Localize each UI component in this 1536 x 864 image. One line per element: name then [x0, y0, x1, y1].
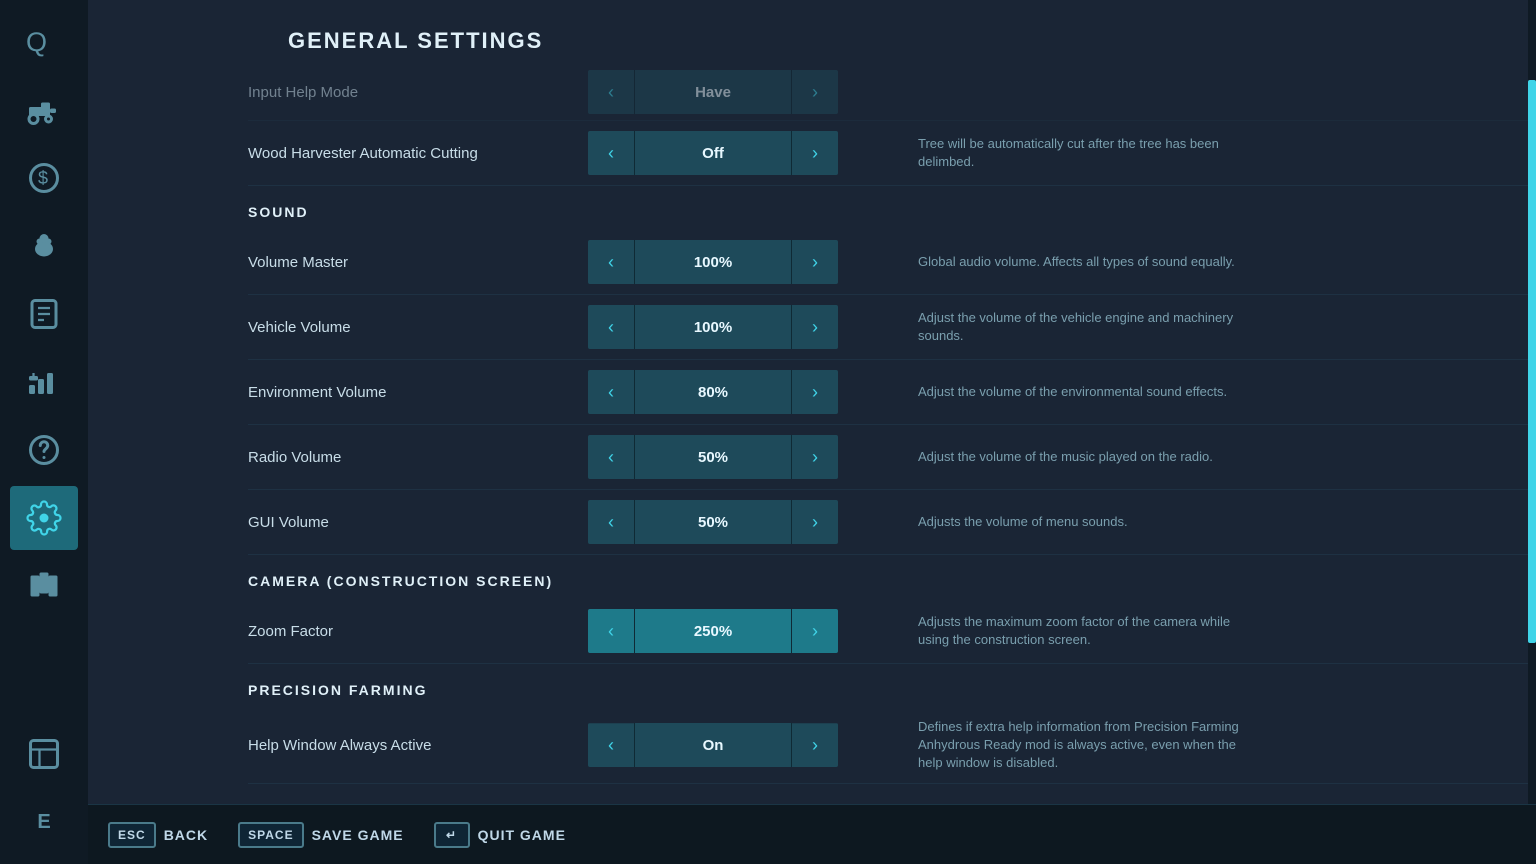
vehicle-volume-value: 100% — [634, 305, 792, 349]
zoom-factor-control: ‹ 250% › — [588, 609, 838, 653]
precision-farming-section-label: PRECISION FARMING — [248, 664, 1536, 708]
volume-master-control: ‹ 100% › — [588, 240, 838, 284]
bottom-bar: ESC BACK SPACE SAVE GAME ↵ QUIT GAME — [88, 804, 1536, 864]
volume-master-value: 100% — [634, 240, 792, 284]
setting-row-wood-harvester: Wood Harvester Automatic Cutting ‹ Off ›… — [248, 121, 1536, 186]
sidebar-item-guide[interactable] — [10, 722, 78, 786]
setting-row-gui-volume: GUI Volume ‹ 50% › Adjusts the volume of… — [248, 490, 1536, 555]
input-help-mode-value: Have — [634, 70, 792, 114]
radio-volume-value: 50% — [634, 435, 792, 479]
wood-harvester-label: Wood Harvester Automatic Cutting — [248, 145, 588, 162]
setting-row-radio-volume: Radio Volume ‹ 50% › Adjust the volume o… — [248, 425, 1536, 490]
environment-volume-control: ‹ 80% › — [588, 370, 838, 414]
environment-volume-next-button[interactable]: › — [792, 370, 838, 414]
help-window-label: Help Window Always Active — [248, 737, 588, 754]
zoom-factor-prev-button[interactable]: ‹ — [588, 609, 634, 653]
volume-master-description: Global audio volume. Affects all types o… — [838, 253, 1258, 271]
help-window-description: Defines if extra help information from P… — [838, 718, 1258, 773]
zoom-factor-label: Zoom Factor — [248, 623, 588, 640]
radio-volume-label: Radio Volume — [248, 449, 588, 466]
input-help-mode-label: Input Help Mode — [248, 84, 588, 101]
setting-row-zoom-factor: Zoom Factor ‹ 250% › Adjusts the maximum… — [248, 599, 1536, 664]
environment-volume-label: Environment Volume — [248, 384, 588, 401]
sidebar-item-animals[interactable] — [10, 214, 78, 278]
sound-section-label: SOUND — [248, 186, 1536, 230]
save-action[interactable]: SPACE SAVE GAME — [238, 822, 403, 848]
sidebar-item-help[interactable] — [10, 418, 78, 482]
settings-scroll-area[interactable]: Input Help Mode ‹ Have › Wood Harvester … — [88, 70, 1536, 864]
main-content: GENERAL SETTINGS Input Help Mode ‹ Have … — [88, 0, 1536, 864]
sidebar-item-tractor[interactable] — [10, 78, 78, 142]
sidebar-item-quick[interactable]: Q — [10, 10, 78, 74]
volume-master-prev-button[interactable]: ‹ — [588, 240, 634, 284]
setting-row-help-window: Help Window Always Active ‹ On › Defines… — [248, 708, 1536, 784]
sidebar-item-contracts[interactable] — [10, 282, 78, 346]
gui-volume-control: ‹ 50% › — [588, 500, 838, 544]
help-window-value: On — [634, 723, 792, 767]
space-key-badge: SPACE — [238, 822, 303, 848]
sidebar-item-money[interactable]: $ — [10, 146, 78, 210]
vehicle-volume-next-button[interactable]: › — [792, 305, 838, 349]
gui-volume-description: Adjusts the volume of menu sounds. — [838, 513, 1258, 531]
sidebar-item-map[interactable] — [10, 554, 78, 618]
gui-volume-label: GUI Volume — [248, 514, 588, 531]
gui-volume-next-button[interactable]: › — [792, 500, 838, 544]
wood-harvester-value: Off — [634, 131, 792, 175]
wood-harvester-next-button[interactable]: › — [792, 131, 838, 175]
volume-master-next-button[interactable]: › — [792, 240, 838, 284]
help-window-control: ‹ On › — [588, 723, 838, 767]
back-label: BACK — [164, 827, 208, 843]
sidebar-item-e-key: E — [10, 790, 78, 854]
svg-text:Q: Q — [26, 27, 47, 57]
vehicle-volume-description: Adjust the volume of the vehicle engine … — [838, 309, 1258, 345]
zoom-factor-value: 250% — [634, 609, 792, 653]
radio-volume-next-button[interactable]: › — [792, 435, 838, 479]
help-window-prev-button[interactable]: ‹ — [588, 723, 634, 767]
scroll-thumb — [1528, 80, 1536, 643]
input-help-mode-next-button[interactable]: › — [792, 70, 838, 114]
setting-row-environment-volume: Environment Volume ‹ 80% › Adjust the vo… — [248, 360, 1536, 425]
environment-volume-value: 80% — [634, 370, 792, 414]
back-action[interactable]: ESC BACK — [108, 822, 208, 848]
setting-row-volume-master: Volume Master ‹ 100% › Global audio volu… — [248, 230, 1536, 295]
camera-section-label: CAMERA (CONSTRUCTION SCREEN) — [248, 555, 1536, 599]
save-label: SAVE GAME — [312, 827, 404, 843]
enter-key-badge: ↵ — [434, 822, 470, 848]
wood-harvester-description: Tree will be automatically cut after the… — [838, 135, 1258, 171]
vehicle-volume-prev-button[interactable]: ‹ — [588, 305, 634, 349]
sidebar: Q $ — [0, 0, 88, 864]
sidebar-item-production[interactable] — [10, 350, 78, 414]
scroll-indicator[interactable] — [1528, 0, 1536, 804]
radio-volume-description: Adjust the volume of the music played on… — [838, 448, 1258, 466]
quit-action[interactable]: ↵ QUIT GAME — [434, 822, 566, 848]
wood-harvester-prev-button[interactable]: ‹ — [588, 131, 634, 175]
setting-row-input-help-mode: Input Help Mode ‹ Have › — [248, 70, 1536, 121]
vehicle-volume-label: Vehicle Volume — [248, 319, 588, 336]
esc-key-badge: ESC — [108, 822, 156, 848]
environment-volume-description: Adjust the volume of the environmental s… — [838, 383, 1258, 401]
zoom-factor-next-button[interactable]: › — [792, 609, 838, 653]
gui-volume-prev-button[interactable]: ‹ — [588, 500, 634, 544]
gui-volume-value: 50% — [634, 500, 792, 544]
radio-volume-control: ‹ 50% › — [588, 435, 838, 479]
quit-label: QUIT GAME — [478, 827, 566, 843]
sidebar-item-settings[interactable] — [10, 486, 78, 550]
page-title: GENERAL SETTINGS — [88, 0, 1536, 70]
svg-text:$: $ — [38, 168, 48, 188]
vehicle-volume-control: ‹ 100% › — [588, 305, 838, 349]
volume-master-label: Volume Master — [248, 254, 588, 271]
input-help-mode-control: ‹ Have › — [588, 70, 838, 114]
help-window-next-button[interactable]: › — [792, 723, 838, 767]
setting-row-vehicle-volume: Vehicle Volume ‹ 100% › Adjust the volum… — [248, 295, 1536, 360]
radio-volume-prev-button[interactable]: ‹ — [588, 435, 634, 479]
wood-harvester-control: ‹ Off › — [588, 131, 838, 175]
environment-volume-prev-button[interactable]: ‹ — [588, 370, 634, 414]
input-help-mode-prev-button[interactable]: ‹ — [588, 70, 634, 114]
zoom-factor-description: Adjusts the maximum zoom factor of the c… — [838, 613, 1258, 649]
